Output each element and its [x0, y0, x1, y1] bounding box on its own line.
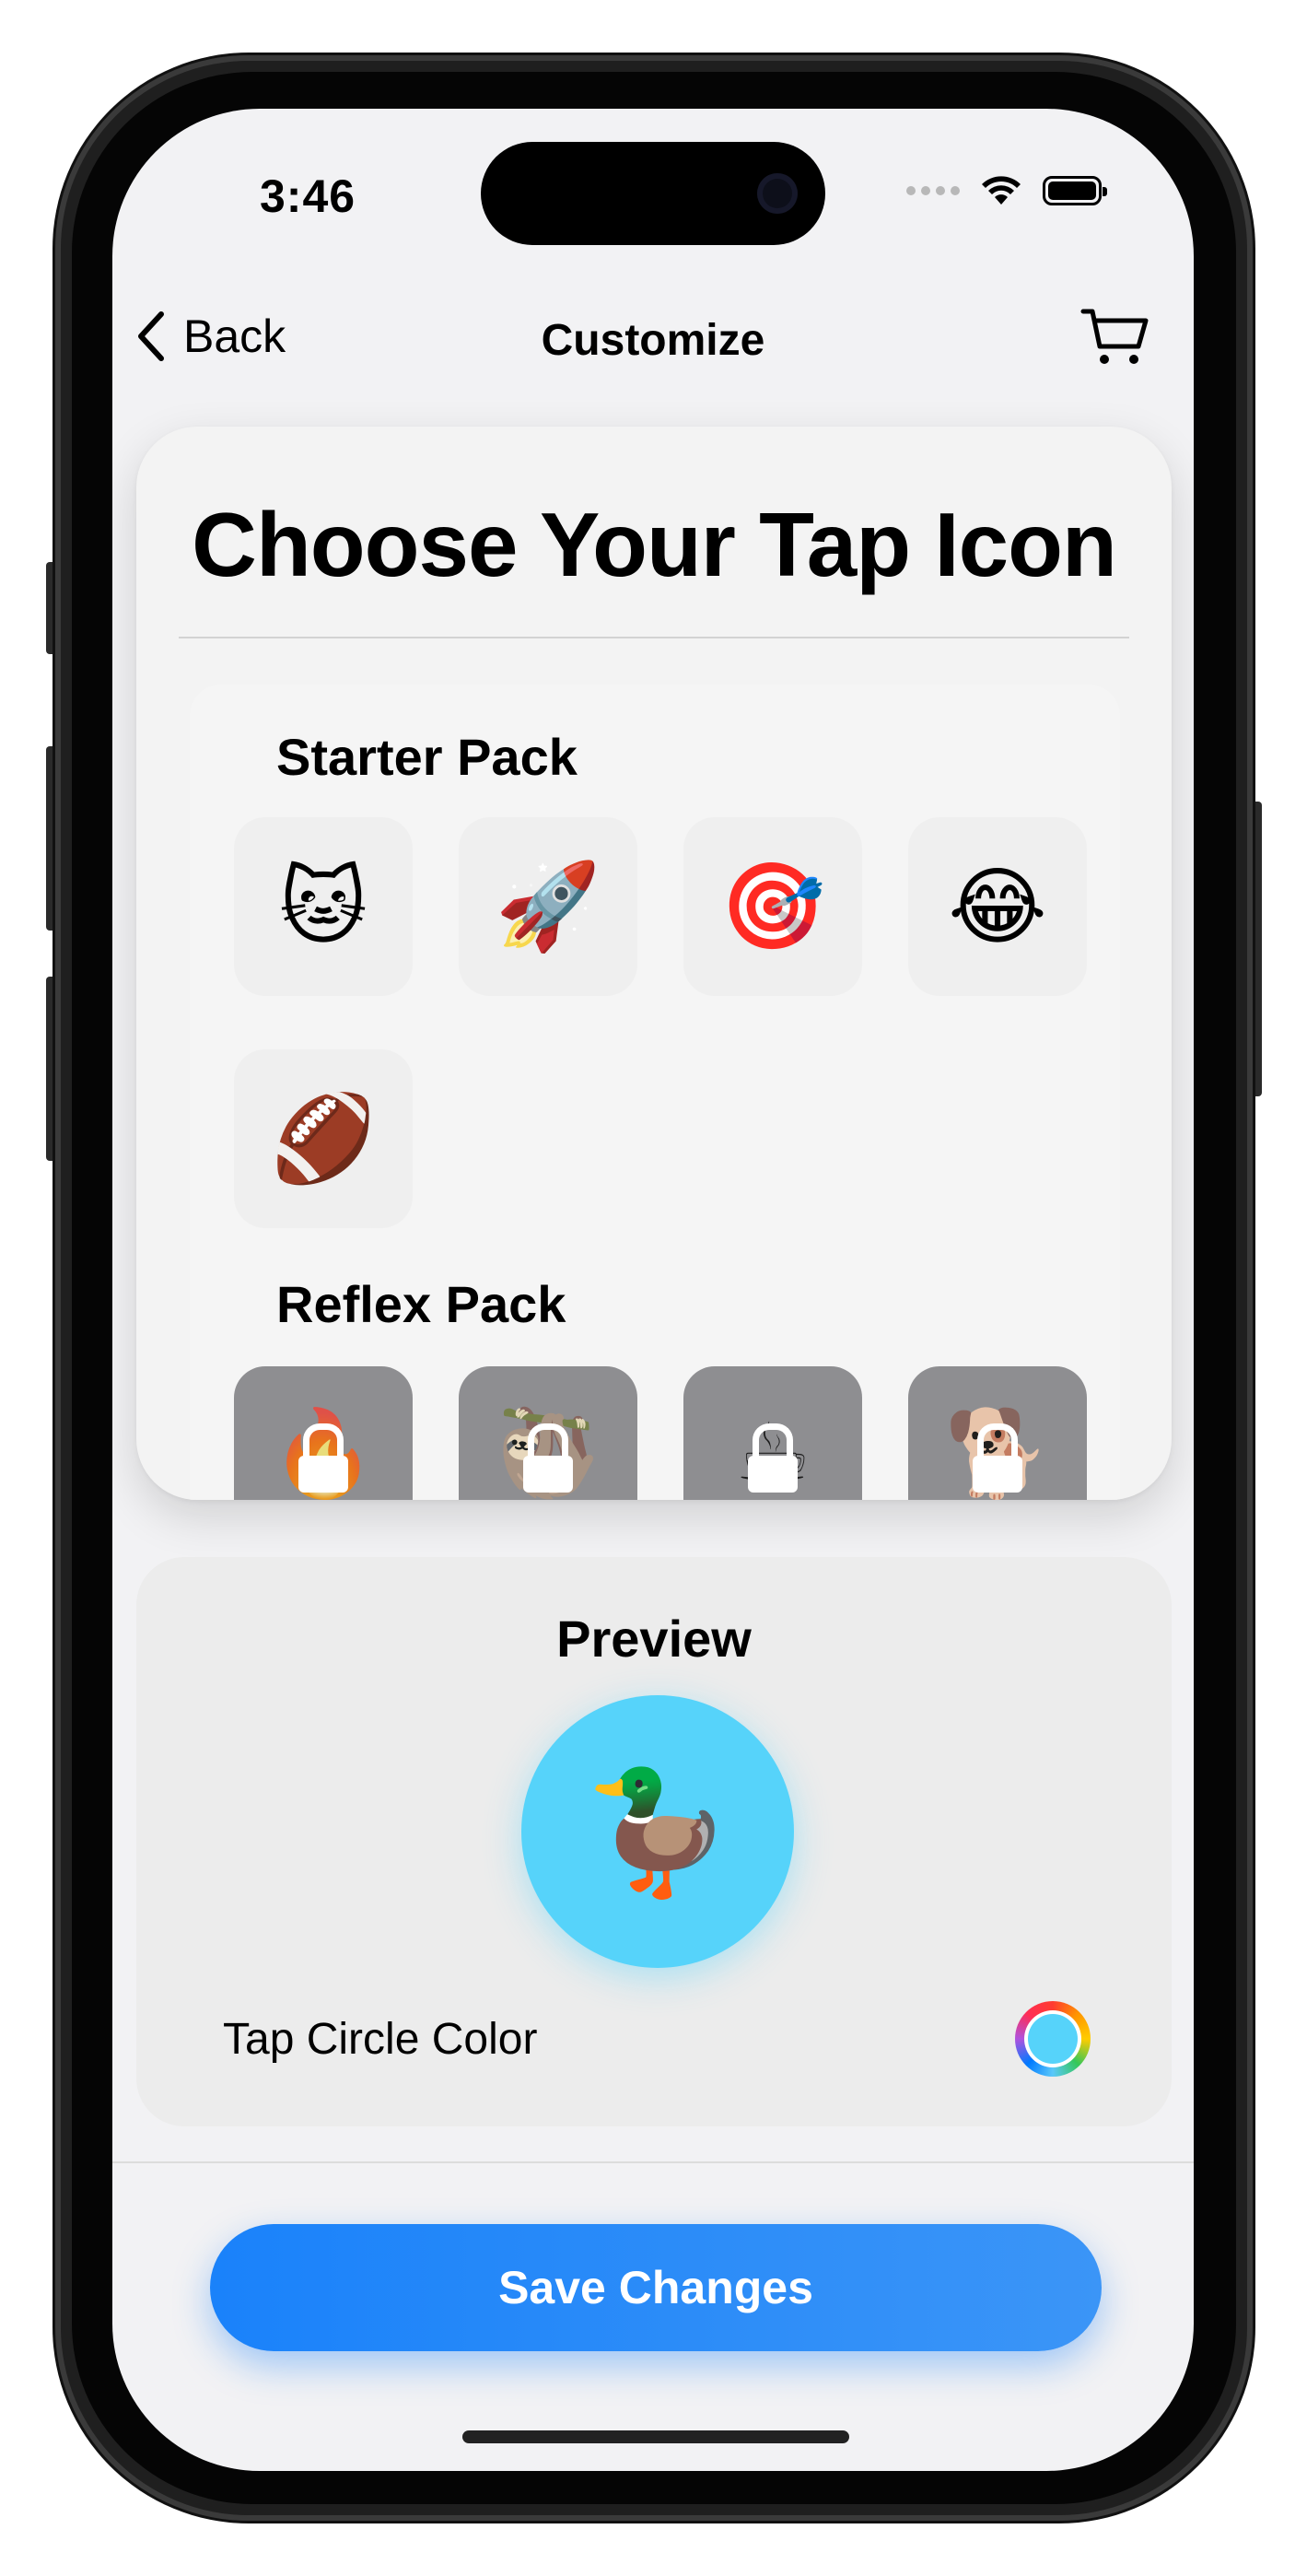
preview-card: Preview 🦆 Tap Circle Color — [136, 1557, 1172, 2126]
camera-icon — [757, 173, 798, 214]
lock-icon — [298, 1423, 348, 1493]
cellular-signal-icon — [906, 186, 960, 195]
screen: 3:46 Back Customize Choose Your Tap Icon… — [112, 109, 1194, 2471]
locked-icon-option-fire[interactable]: 🔥 — [234, 1366, 413, 1500]
wifi-icon — [982, 176, 1021, 205]
icon-option-cat[interactable]: 🐱 — [234, 817, 413, 996]
icon-picker-card: Choose Your Tap Icon Starter Pack 🐱 🚀 🎯 … — [136, 427, 1172, 1500]
lock-icon — [748, 1423, 798, 1493]
packs-scroll-area[interactable]: Starter Pack 🐱 🚀 🎯 😂 🏈 Reflex Pack 🔥 🦥 ☕… — [190, 685, 1120, 1500]
icon-option-football[interactable]: 🏈 — [234, 1049, 413, 1228]
page-title: Customize — [541, 316, 765, 365]
preview-tap-circle: 🦆 — [521, 1695, 794, 1968]
locked-icon-option-sloth[interactable]: 🦥 — [459, 1366, 637, 1500]
status-time: 3:46 — [260, 170, 356, 222]
cart-icon — [1080, 309, 1149, 364]
divider — [179, 637, 1129, 638]
battery-icon — [1043, 176, 1107, 205]
icon-option-rocket[interactable]: 🚀 — [459, 817, 637, 996]
pack-title: Reflex Pack — [276, 1275, 566, 1333]
picker-title: Choose Your Tap Icon — [192, 494, 1117, 595]
locked-icon-option-dog[interactable]: 🐕 — [908, 1366, 1087, 1500]
dynamic-island — [481, 142, 825, 245]
home-indicator — [462, 2430, 849, 2443]
divider — [112, 2161, 1194, 2163]
lock-icon — [973, 1423, 1022, 1493]
nav-bar: Back Customize — [112, 293, 1194, 385]
selected-color-swatch — [1028, 2014, 1078, 2064]
cart-button[interactable] — [1079, 306, 1149, 373]
pack-title: Starter Pack — [276, 728, 578, 786]
tap-circle-color-label: Tap Circle Color — [223, 2015, 538, 2064]
status-icons — [906, 175, 1107, 206]
icon-option-laughing[interactable]: 😂 — [908, 817, 1087, 996]
color-picker-button[interactable] — [1015, 2001, 1091, 2077]
save-changes-button[interactable]: Save Changes — [210, 2224, 1102, 2351]
preview-title: Preview — [556, 1610, 752, 1668]
icon-option-target[interactable]: 🎯 — [683, 817, 862, 996]
lock-icon — [523, 1423, 573, 1493]
locked-icon-option-coffee[interactable]: ☕ — [683, 1366, 862, 1500]
